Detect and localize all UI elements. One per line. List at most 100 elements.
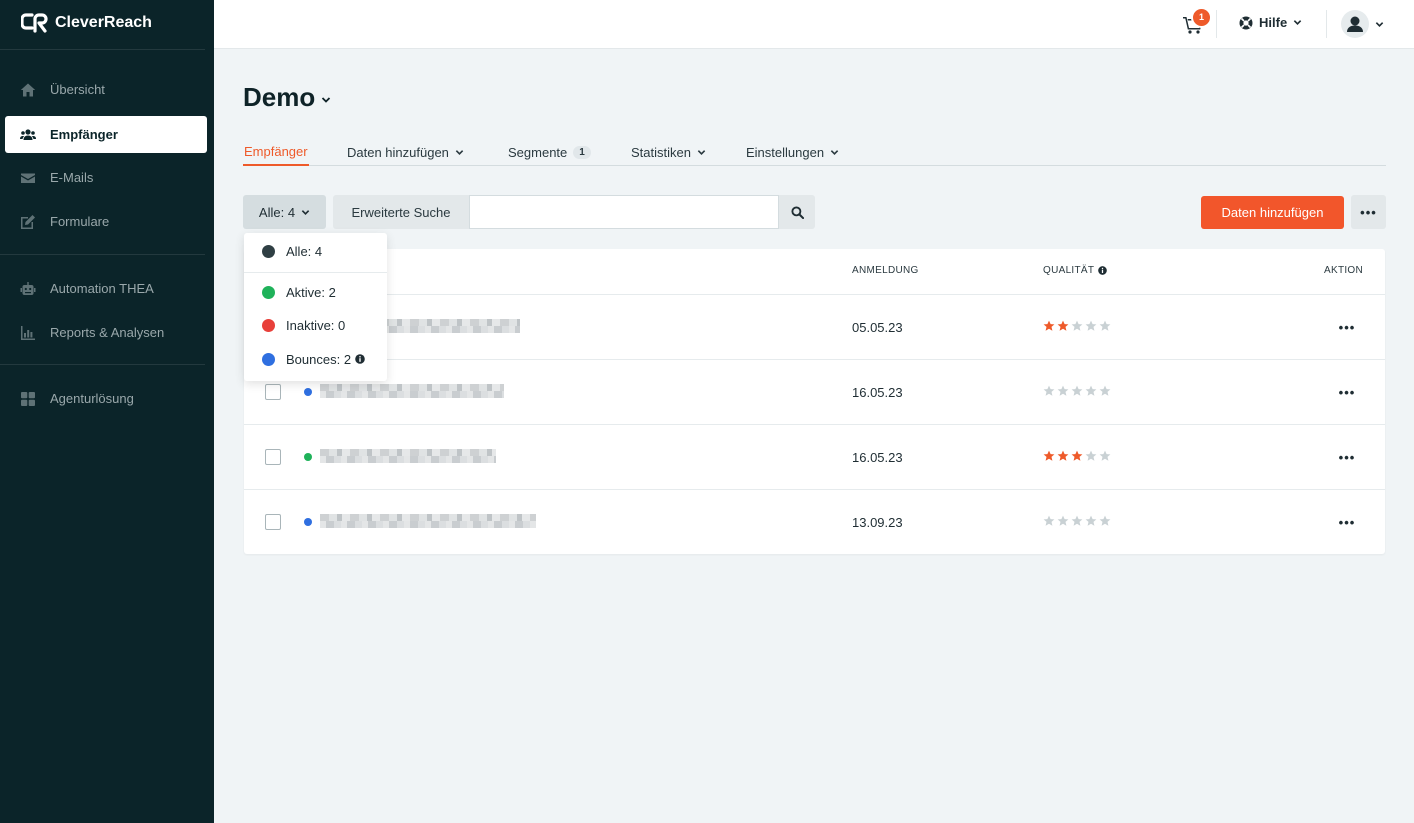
- tab-label: Statistiken: [631, 145, 691, 160]
- top-bar: 1 Hilfe: [214, 0, 1414, 49]
- sidebar-item-uebersicht[interactable]: Übersicht: [5, 71, 207, 108]
- tab-statistiken[interactable]: Statistiken: [631, 139, 706, 166]
- topbar-divider: [1326, 10, 1327, 38]
- info-icon[interactable]: [1098, 266, 1108, 275]
- help-label: Hilfe: [1259, 15, 1288, 30]
- star-empty-icon: [1099, 450, 1111, 461]
- filter-option-inactive[interactable]: Inaktive: 0: [244, 310, 387, 340]
- sidebar-item-label: E-Mails: [50, 170, 94, 185]
- sidebar-item-empfaenger[interactable]: Empfänger: [5, 116, 207, 153]
- sidebar-item-label: Formulare: [50, 214, 110, 229]
- star-filled-icon: [1043, 320, 1055, 331]
- advanced-search-button[interactable]: Erweiterte Suche: [333, 195, 469, 229]
- filter-option-all[interactable]: Alle: 4: [244, 236, 387, 266]
- column-header-registration[interactable]: ANMELDUNG: [852, 265, 919, 276]
- chevron-down-icon: [455, 150, 464, 155]
- star-empty-icon: [1099, 385, 1111, 396]
- status-dot: [304, 518, 312, 526]
- status-filter-button[interactable]: Alle: 4: [243, 195, 326, 229]
- sidebar-item-label: Automation THEA: [50, 281, 154, 296]
- registration-date: 13.09.23: [852, 515, 903, 530]
- search-button[interactable]: [779, 195, 815, 229]
- filter-option-bounces[interactable]: Bounces: 2: [244, 344, 387, 374]
- row-actions-button[interactable]: •••: [1337, 447, 1357, 467]
- sidebar-item-label: Reports & Analysen: [50, 325, 165, 340]
- star-filled-icon: [1057, 320, 1069, 331]
- registration-date: 05.05.23: [852, 320, 903, 335]
- topbar-divider: [1216, 10, 1217, 38]
- filter-option-label: Aktive: 2: [286, 284, 336, 300]
- sidebar-item-automation-thea[interactable]: Automation THEA: [5, 270, 207, 307]
- chevron-down-icon: [301, 209, 310, 215]
- filter-option-label: Alle: 4: [286, 243, 323, 259]
- table-row[interactable]: 05.05.23 •••: [244, 294, 1385, 359]
- column-header-quality[interactable]: QUALITÄT: [1043, 265, 1108, 276]
- star-filled-icon: [1043, 450, 1055, 461]
- row-checkbox[interactable]: [265, 514, 281, 530]
- star-empty-icon: [1043, 515, 1055, 526]
- cart-button[interactable]: 1: [1183, 7, 1212, 38]
- search-input[interactable]: [469, 195, 779, 229]
- cart-count-badge: 1: [1191, 7, 1212, 28]
- add-data-button[interactable]: Daten hinzufügen: [1201, 196, 1344, 229]
- sidebar-item-label: Empfänger: [50, 127, 118, 142]
- sidebar: CleverReach Übersicht Empfänger E-Mails …: [0, 0, 214, 823]
- envelope-icon: [21, 173, 35, 183]
- quality-stars: [1043, 450, 1111, 462]
- status-dot: [262, 318, 275, 332]
- tab-label: Daten hinzufügen: [347, 145, 449, 160]
- status-dot: [304, 388, 312, 396]
- filter-option-active[interactable]: Aktive: 2: [244, 277, 387, 307]
- sidebar-divider: [0, 49, 205, 50]
- quality-stars: [1043, 320, 1111, 332]
- bar-chart-icon: [21, 325, 35, 340]
- star-empty-icon: [1085, 385, 1097, 396]
- table-row[interactable]: 13.09.23 •••: [244, 489, 1385, 554]
- recipients-table: ANMELDUNG QUALITÄT AKTION 05.05.23 ••• 1…: [244, 249, 1385, 554]
- status-filter-dropdown: Alle: 4 Aktive: 2 Inaktive: 0 Bounces: 2: [244, 233, 387, 381]
- chevron-down-icon: [697, 150, 706, 155]
- star-filled-icon: [1071, 450, 1083, 461]
- redacted-email: [320, 384, 504, 398]
- cleverreach-logo-icon: [21, 13, 48, 33]
- star-empty-icon: [1043, 385, 1055, 396]
- table-row[interactable]: 16.05.23 •••: [244, 424, 1385, 489]
- star-empty-icon: [1071, 385, 1083, 396]
- row-actions-button[interactable]: •••: [1337, 512, 1357, 532]
- sidebar-divider: [0, 364, 205, 365]
- tab-einstellungen[interactable]: Einstellungen: [746, 139, 839, 166]
- user-icon: [1347, 16, 1363, 32]
- tab-label: Segmente: [508, 145, 568, 160]
- sidebar-item-label: Agenturlösung: [50, 391, 134, 406]
- info-icon[interactable]: [355, 354, 365, 364]
- sidebar-item-agenturloesung[interactable]: Agenturlösung: [5, 380, 207, 417]
- page-title[interactable]: Demo: [243, 82, 331, 113]
- avatar: [1341, 10, 1369, 38]
- sidebar-divider: [0, 254, 205, 255]
- row-actions-button[interactable]: •••: [1337, 382, 1357, 402]
- tab-daten-hinzufuegen[interactable]: Daten hinzufügen: [347, 139, 464, 166]
- status-dot: [304, 453, 312, 461]
- row-checkbox[interactable]: [265, 449, 281, 465]
- star-empty-icon: [1071, 515, 1083, 526]
- tab-label: Einstellungen: [746, 145, 825, 160]
- help-menu-button[interactable]: Hilfe: [1239, 15, 1302, 30]
- logo[interactable]: CleverReach: [21, 12, 152, 34]
- status-filter-label: Alle: 4: [258, 204, 296, 220]
- tab-segmente[interactable]: Segmente 1: [508, 139, 591, 166]
- row-actions-button[interactable]: •••: [1337, 317, 1357, 337]
- home-icon: [20, 83, 36, 96]
- registration-date: 16.05.23: [852, 385, 903, 400]
- grid-icon: [21, 391, 35, 406]
- redacted-email: [320, 514, 536, 528]
- sidebar-item-emails[interactable]: E-Mails: [5, 159, 207, 196]
- chevron-down-icon: [830, 150, 839, 155]
- star-empty-icon: [1085, 450, 1097, 461]
- sidebar-item-reports[interactable]: Reports & Analysen: [5, 314, 207, 351]
- table-row[interactable]: 16.05.23 •••: [244, 359, 1385, 424]
- more-options-button[interactable]: •••: [1351, 195, 1386, 229]
- tab-empfaenger[interactable]: Empfänger: [243, 139, 309, 166]
- row-checkbox[interactable]: [265, 384, 281, 400]
- user-menu-button[interactable]: [1341, 10, 1384, 38]
- sidebar-item-formulare[interactable]: Formulare: [5, 203, 207, 240]
